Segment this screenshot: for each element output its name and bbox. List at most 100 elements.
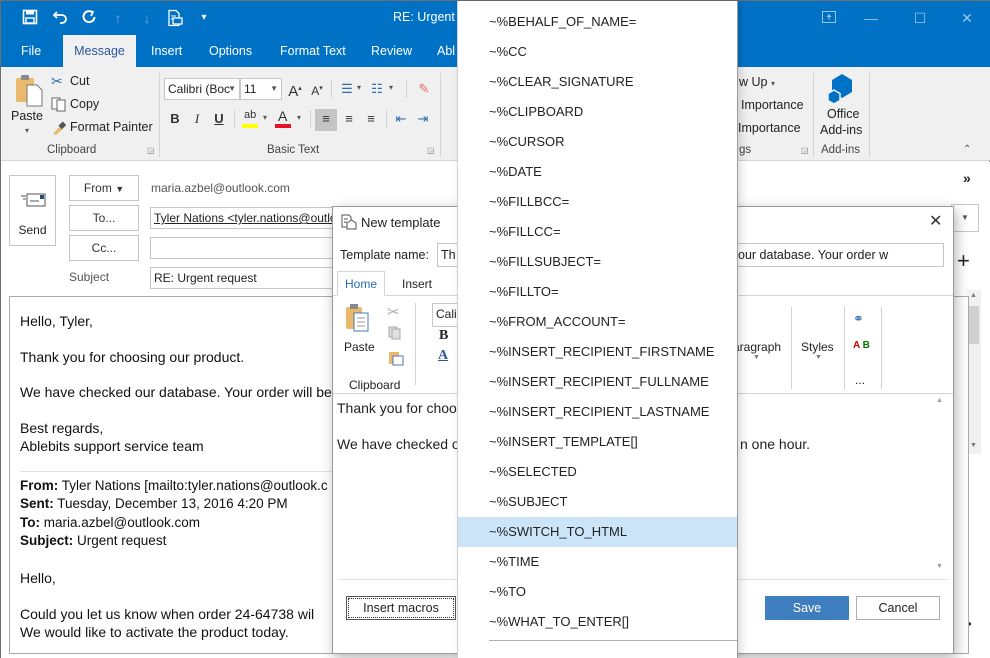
- numbering-icon[interactable]: ☷: [367, 79, 387, 99]
- macro-menu-item[interactable]: ~%CLIPBOARD: [458, 97, 737, 127]
- macro-menu-item[interactable]: ~%INSERT_RECIPIENT_FULLNAME: [458, 367, 737, 397]
- macro-menu-item[interactable]: ~%TO: [458, 577, 737, 607]
- expand-pane-icon[interactable]: »: [963, 170, 971, 186]
- macro-menu-item[interactable]: ~%SELECTED: [458, 457, 737, 487]
- bullets-icon[interactable]: ☰: [337, 79, 357, 99]
- insert-macros-button[interactable]: Insert macros: [346, 596, 456, 620]
- tab-message[interactable]: Message: [63, 35, 136, 67]
- macro-menu-item[interactable]: ~%WHAT_TO_ENTER[]: [458, 607, 737, 637]
- align-left-button[interactable]: ≡: [315, 109, 337, 131]
- dialog-paste-special-icon[interactable]: [388, 350, 404, 366]
- numbering-dropdown-icon[interactable]: ▾: [389, 83, 393, 92]
- tab-options[interactable]: Options: [199, 35, 262, 67]
- dialog-cut-icon[interactable]: ✂: [387, 303, 400, 321]
- scroll-down-icon[interactable]: ▼: [970, 442, 977, 449]
- paste-button[interactable]: Paste ▾: [11, 73, 47, 141]
- macro-menu-item[interactable]: ~%INSERT_RECIPIENT_LASTNAME: [458, 397, 737, 427]
- office-addins-button[interactable]: Office Add-ins: [817, 73, 867, 141]
- macro-menu-item[interactable]: ~%TIME: [458, 547, 737, 577]
- send-button[interactable]: Send: [9, 175, 56, 246]
- dialog-copy-icon[interactable]: [388, 326, 402, 340]
- underline-button[interactable]: U: [209, 109, 229, 129]
- dialog-tab-home[interactable]: Home: [337, 271, 385, 296]
- high-importance-button[interactable]: Importance: [741, 98, 804, 112]
- macro-menu-item[interactable]: ~%FILLTO=: [458, 277, 737, 307]
- macro-menu-item[interactable]: ~%CLEAR_SIGNATURE: [458, 67, 737, 97]
- dialog-more-icon[interactable]: ...: [855, 373, 865, 387]
- find-binoculars-icon[interactable]: ⚭: [853, 311, 864, 327]
- dialog-styles-button[interactable]: Styles: [801, 340, 834, 354]
- from-button[interactable]: From ▼: [69, 175, 139, 201]
- macro-menu-item[interactable]: ~%INSERT_TEMPLATE[]: [458, 427, 737, 457]
- bold-button[interactable]: B: [165, 109, 185, 129]
- highlight-dropdown-icon[interactable]: ▾: [263, 113, 267, 122]
- bullets-dropdown-icon[interactable]: ▾: [357, 83, 361, 92]
- save-button[interactable]: Save: [765, 596, 849, 620]
- tab-insert[interactable]: Insert: [141, 35, 192, 67]
- clear-formatting-icon[interactable]: ✎: [414, 79, 434, 99]
- clipboard-launcher-icon[interactable]: ◲: [147, 146, 155, 155]
- font-color-dropdown-icon[interactable]: ▾: [297, 113, 301, 122]
- customize-qat-icon[interactable]: ▾: [195, 9, 213, 27]
- to-field[interactable]: Tyler Nations <tyler.nations@outlook: [150, 207, 340, 229]
- basic-text-launcher-icon[interactable]: ◲: [427, 146, 435, 155]
- minimize-button[interactable]: —: [857, 7, 885, 29]
- macro-menu-item[interactable]: ~%BEHALF_OF_NAME=: [458, 7, 737, 37]
- italic-button[interactable]: I: [187, 109, 207, 129]
- to-button[interactable]: To...: [69, 205, 139, 231]
- dialog-bold-button[interactable]: B: [439, 328, 448, 344]
- tab-review[interactable]: Review: [361, 35, 422, 67]
- cc-button[interactable]: Cc...: [69, 235, 139, 261]
- editor-scroll-down-icon[interactable]: ▼: [936, 563, 943, 570]
- macro-menu-item[interactable]: ~%SWITCH_TO_HTML: [458, 517, 737, 547]
- font-color-button[interactable]: A: [275, 108, 293, 129]
- template-icon[interactable]: [166, 9, 184, 27]
- macro-menu-item[interactable]: ~%SUBJECT: [458, 487, 737, 517]
- macro-menu-item[interactable]: ~%FROM_ACCOUNT=: [458, 307, 737, 337]
- follow-up-button[interactable]: w Up ▾: [739, 75, 775, 89]
- replace-icon[interactable]: A B: [853, 340, 870, 351]
- shrink-font-icon[interactable]: A▾: [307, 79, 327, 99]
- redo-icon[interactable]: [80, 9, 98, 27]
- align-right-button[interactable]: ≡: [361, 109, 381, 129]
- cc-field[interactable]: [150, 237, 340, 259]
- add-icon[interactable]: +: [957, 248, 970, 274]
- dialog-font-dropdown[interactable]: Calil: [432, 303, 458, 327]
- font-name-dropdown[interactable]: Calibri (Boc ▼: [164, 78, 240, 100]
- macro-menu-item[interactable]: ~%FILLCC=: [458, 217, 737, 247]
- dialog-font-color-button[interactable]: A: [438, 348, 448, 364]
- collapse-ribbon-icon[interactable]: ⌃: [963, 144, 971, 155]
- macro-menu-item[interactable]: ~%FILLSUBJECT=: [458, 247, 737, 277]
- tags-launcher-icon[interactable]: ◲: [801, 146, 809, 155]
- side-scrollbar[interactable]: ▲ ▼: [967, 290, 981, 454]
- maximize-button[interactable]: ☐: [906, 7, 934, 29]
- grow-font-icon[interactable]: A▴: [285, 79, 305, 100]
- ribbon-display-options-icon[interactable]: [815, 7, 843, 29]
- macro-menu-item[interactable]: ~%DATE: [458, 157, 737, 187]
- next-item-icon[interactable]: ↓: [138, 9, 156, 27]
- macro-menu-item[interactable]: ~%INSERT_RECIPIENT_FIRSTNAME: [458, 337, 737, 367]
- editor-scroll-up-icon[interactable]: ▲: [936, 397, 943, 404]
- increase-indent-icon[interactable]: ⇥: [413, 109, 433, 129]
- cancel-button[interactable]: Cancel: [856, 596, 940, 620]
- align-center-button[interactable]: ≡: [339, 109, 359, 129]
- subject-field[interactable]: RE: Urgent request: [150, 267, 340, 289]
- tab-file[interactable]: File: [11, 35, 51, 67]
- macro-menu-item[interactable]: ~%CURSOR: [458, 127, 737, 157]
- undo-icon[interactable]: [51, 9, 69, 27]
- macro-menu-item[interactable]: ~%CC: [458, 37, 737, 67]
- font-size-dropdown[interactable]: 11 ▼: [240, 78, 282, 100]
- side-dropdown[interactable]: ▼: [951, 204, 979, 232]
- dialog-paste-button[interactable]: Paste: [339, 303, 379, 355]
- scroll-thumb[interactable]: [969, 306, 979, 344]
- close-dialog-button[interactable]: ✕: [929, 211, 942, 231]
- decrease-indent-icon[interactable]: ⇤: [391, 109, 411, 129]
- low-importance-button[interactable]: Importance: [738, 121, 801, 135]
- dialog-tab-insert[interactable]: Insert: [402, 277, 432, 291]
- macro-menu-item[interactable]: ~%FILLBCC=: [458, 187, 737, 217]
- tab-format-text[interactable]: Format Text: [270, 35, 356, 67]
- previous-item-icon[interactable]: ↑: [109, 9, 127, 27]
- save-icon[interactable]: [21, 9, 39, 27]
- scroll-up-icon[interactable]: ▲: [970, 292, 977, 299]
- close-window-button[interactable]: ✕: [953, 7, 981, 29]
